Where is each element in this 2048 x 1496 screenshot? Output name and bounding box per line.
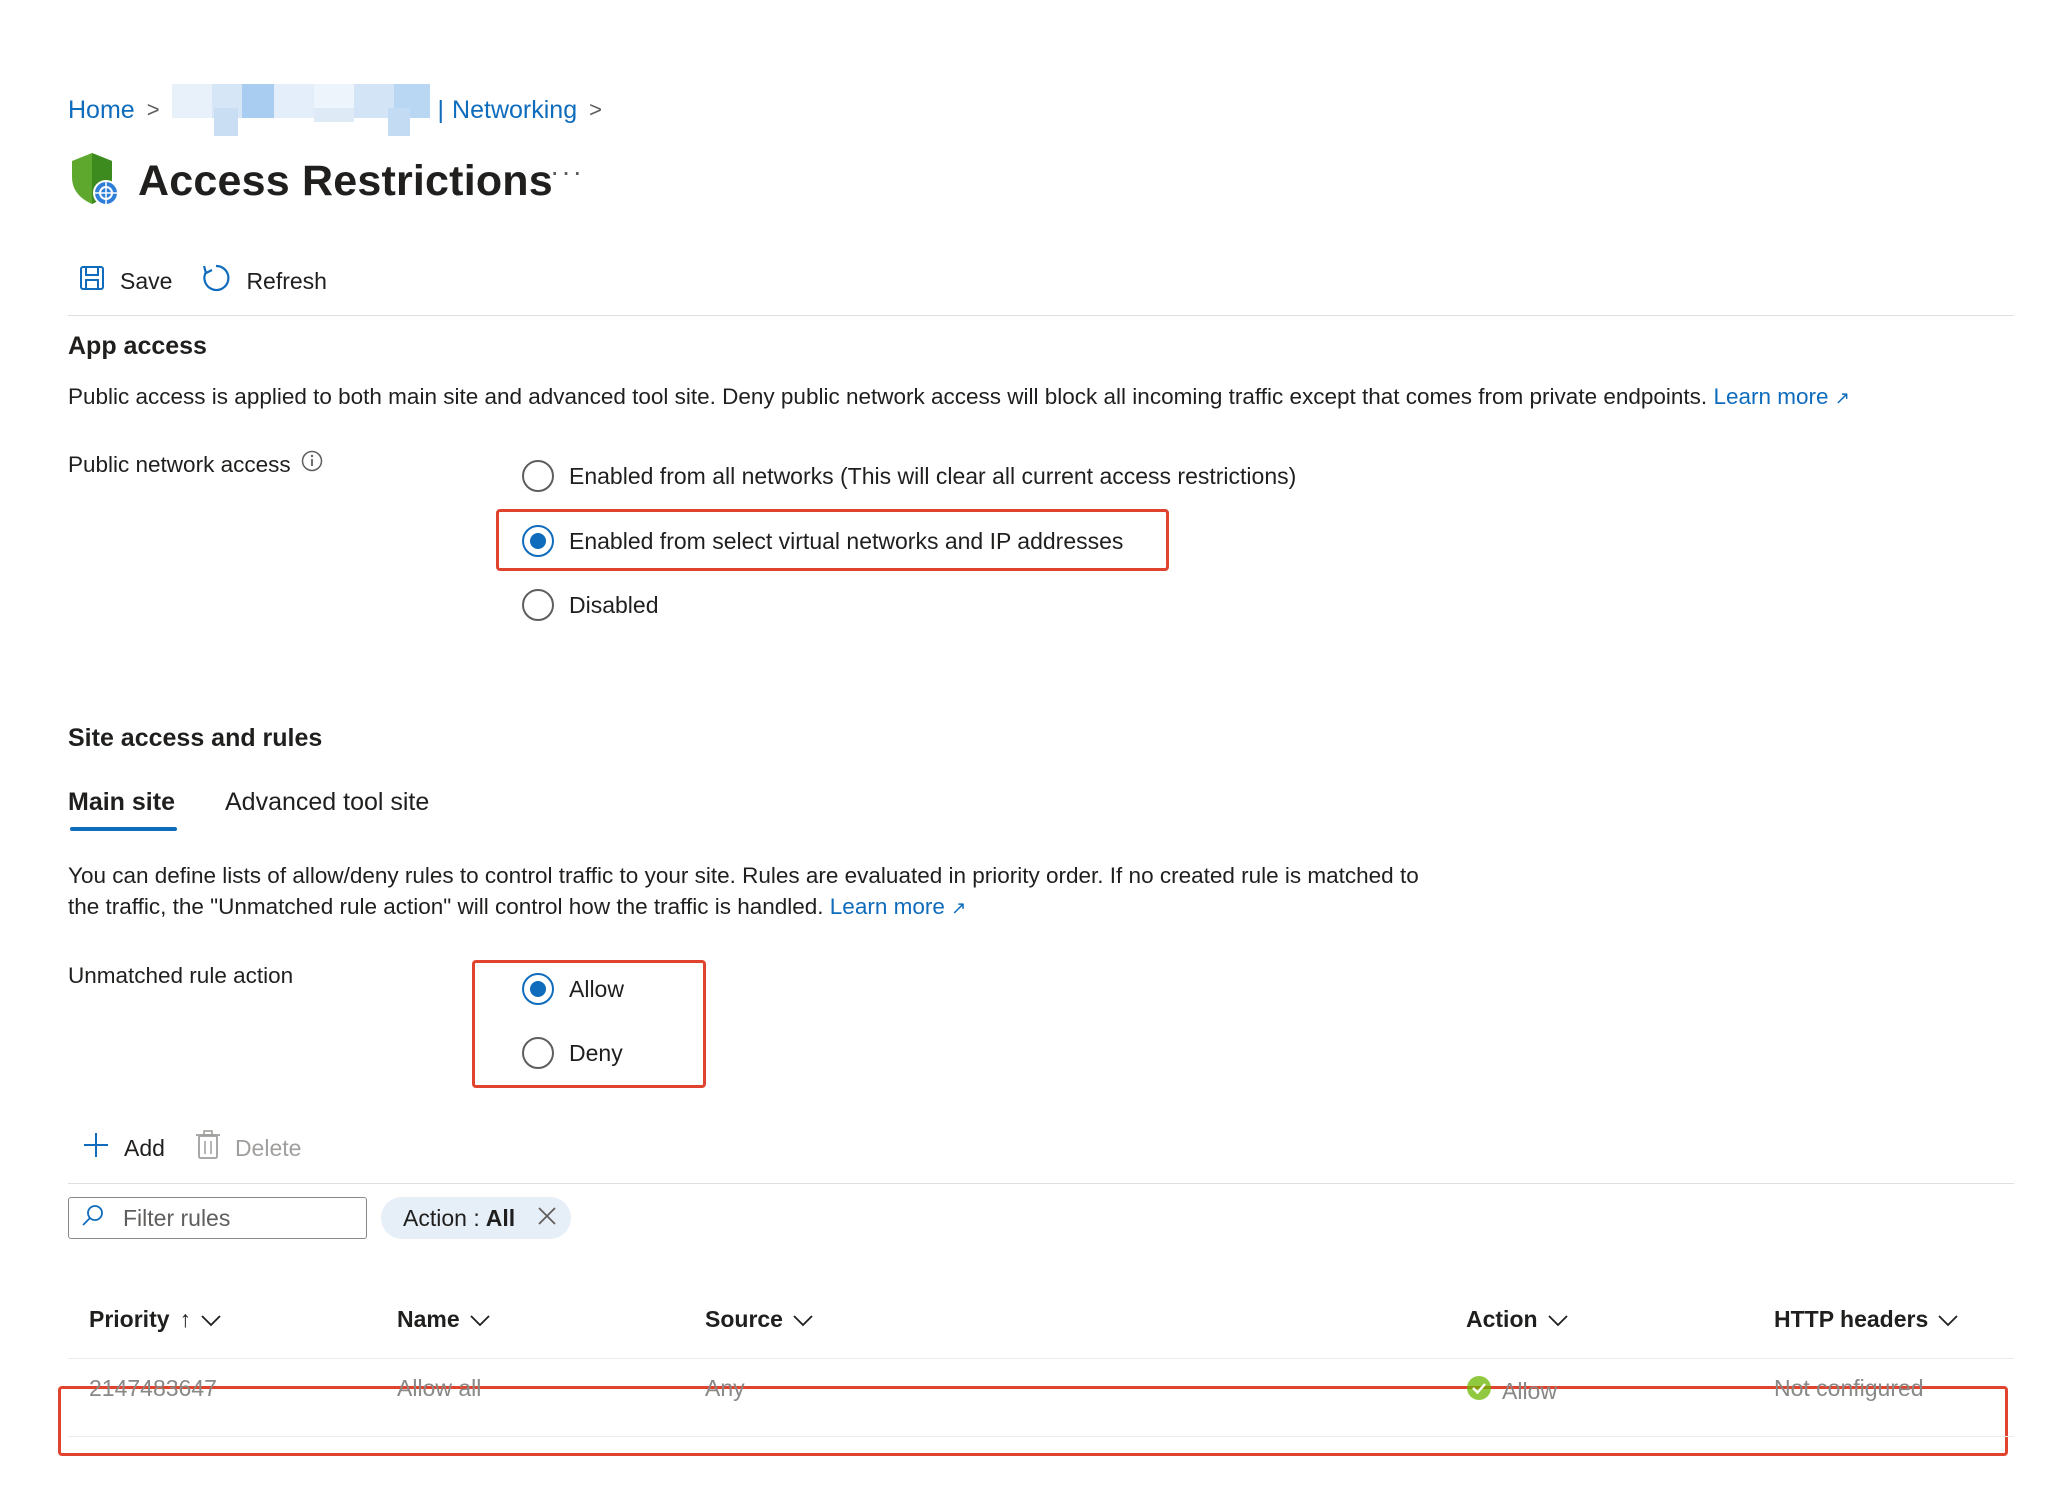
action-filter-pill[interactable]: Action : All [381, 1197, 572, 1239]
column-header-label: HTTP headers [1774, 1306, 1929, 1332]
breadcrumb-home[interactable]: Home [68, 96, 135, 125]
trash-icon [195, 1130, 221, 1166]
divider [68, 1183, 2014, 1184]
pill-value: All [485, 1204, 516, 1231]
delete-rule-button[interactable]: Delete [195, 1130, 301, 1166]
radio-button-selected[interactable] [522, 973, 554, 1005]
column-header-label: Priority [89, 1306, 170, 1332]
filter-placeholder: Filter rules [123, 1204, 231, 1231]
refresh-icon [200, 262, 232, 300]
column-header-http-headers[interactable]: HTTP headers [1774, 1306, 1958, 1333]
radio-label: Deny [569, 1039, 623, 1066]
public-network-access-text: Public network access [68, 452, 291, 477]
learn-more-link[interactable]: Learn more [1713, 384, 1828, 409]
radio-button[interactable] [522, 589, 554, 621]
chevron-down-icon [470, 1306, 490, 1333]
sort-ascending-icon: ↑ [179, 1306, 192, 1332]
chevron-down-icon [1938, 1306, 1958, 1333]
save-button[interactable]: Save [78, 264, 172, 298]
command-bar: Save Refresh [78, 262, 355, 300]
page-header: Access Restrictions [68, 146, 553, 216]
site-access-heading: Site access and rules [68, 724, 323, 752]
info-icon[interactable] [301, 449, 323, 480]
unmatched-rule-action-label: Unmatched rule action [68, 963, 294, 988]
radio-label: Disabled [569, 591, 659, 618]
pill-key: Action : [403, 1204, 480, 1231]
breadcrumb: Home > | Networking > [68, 84, 614, 136]
column-header-label: Source [705, 1306, 783, 1332]
cell-priority: 2147483647 [89, 1375, 217, 1401]
chevron-down-icon [793, 1306, 813, 1333]
close-icon[interactable] [537, 1205, 557, 1232]
redacted-resource-name [171, 84, 432, 136]
chevron-right-icon: > [589, 97, 602, 122]
radio-label: Enabled from select virtual networks and… [569, 527, 1124, 554]
cell-action-label: Allow [1502, 1377, 1557, 1404]
rules-command-bar: Add Delete [82, 1130, 301, 1166]
refresh-button[interactable]: Refresh [200, 262, 327, 300]
column-header-action[interactable]: Action [1466, 1306, 1568, 1333]
filter-rules-input[interactable]: Filter rules [68, 1197, 367, 1239]
success-check-icon [1466, 1375, 1492, 1407]
divider [68, 315, 2014, 316]
more-options-button[interactable]: ··· [550, 156, 584, 188]
page-title: Access Restrictions [138, 156, 553, 205]
radio-button-selected[interactable] [522, 525, 554, 557]
column-header-name[interactable]: Name [397, 1306, 490, 1333]
radio-disabled[interactable]: Disabled [522, 589, 659, 621]
radio-unmatched-allow[interactable]: Allow [522, 973, 624, 1005]
breadcrumb-separator: | [437, 95, 445, 124]
app-access-heading: App access [68, 332, 207, 360]
site-access-description-line2: the traffic, the "Unmatched rule action"… [68, 894, 824, 919]
cell-action: Allow [1466, 1375, 1557, 1407]
column-header-source[interactable]: Source [705, 1306, 813, 1333]
site-access-description: You can define lists of allow/deny rules… [68, 860, 1419, 924]
chevron-down-icon [1547, 1306, 1568, 1333]
site-tabs: Main site Advanced tool site [68, 788, 479, 831]
table-row-divider [68, 1436, 2014, 1437]
cell-source: Any [705, 1375, 745, 1401]
tab-advanced-tool-site[interactable]: Advanced tool site [225, 788, 429, 831]
external-link-icon: ↗ [1834, 388, 1850, 408]
save-label: Save [120, 267, 173, 294]
save-icon [78, 264, 106, 298]
radio-button[interactable] [522, 1037, 554, 1069]
app-access-description: Public access is applied to both main si… [68, 381, 1850, 414]
chevron-right-icon: > [146, 97, 160, 122]
shield-globe-icon [68, 151, 120, 212]
column-header-priority[interactable]: Priority ↑ [89, 1306, 221, 1333]
public-network-access-label: Public network access [68, 449, 323, 480]
radio-all-networks[interactable]: Enabled from all networks (This will cle… [522, 460, 1296, 492]
radio-select-networks[interactable]: Enabled from select virtual networks and… [522, 525, 1123, 557]
cell-name[interactable]: Allow all [397, 1375, 481, 1402]
refresh-label: Refresh [246, 267, 327, 294]
add-rule-button[interactable]: Add [82, 1131, 165, 1165]
column-header-label: Action [1466, 1306, 1538, 1332]
add-label: Add [124, 1134, 165, 1161]
highlight-box [58, 1386, 2008, 1456]
search-icon [81, 1203, 105, 1233]
radio-label: Allow [569, 975, 624, 1002]
column-header-label: Name [397, 1306, 460, 1332]
site-access-description-line1: You can define lists of allow/deny rules… [68, 863, 1419, 888]
app-access-description-text: Public access is applied to both main si… [68, 384, 1708, 409]
radio-label: Enabled from all networks (This will cle… [569, 462, 1297, 489]
external-link-icon: ↗ [951, 898, 967, 918]
table-header-divider [68, 1358, 2014, 1359]
delete-label: Delete [234, 1134, 302, 1161]
plus-icon [82, 1131, 110, 1165]
radio-button[interactable] [522, 460, 554, 492]
cell-http-headers: Not configured [1774, 1375, 1924, 1401]
chevron-down-icon [201, 1306, 221, 1333]
tab-main-site[interactable]: Main site [68, 788, 177, 831]
radio-unmatched-deny[interactable]: Deny [522, 1037, 623, 1069]
breadcrumb-networking[interactable]: Networking [452, 96, 577, 125]
learn-more-link[interactable]: Learn more [830, 894, 945, 919]
